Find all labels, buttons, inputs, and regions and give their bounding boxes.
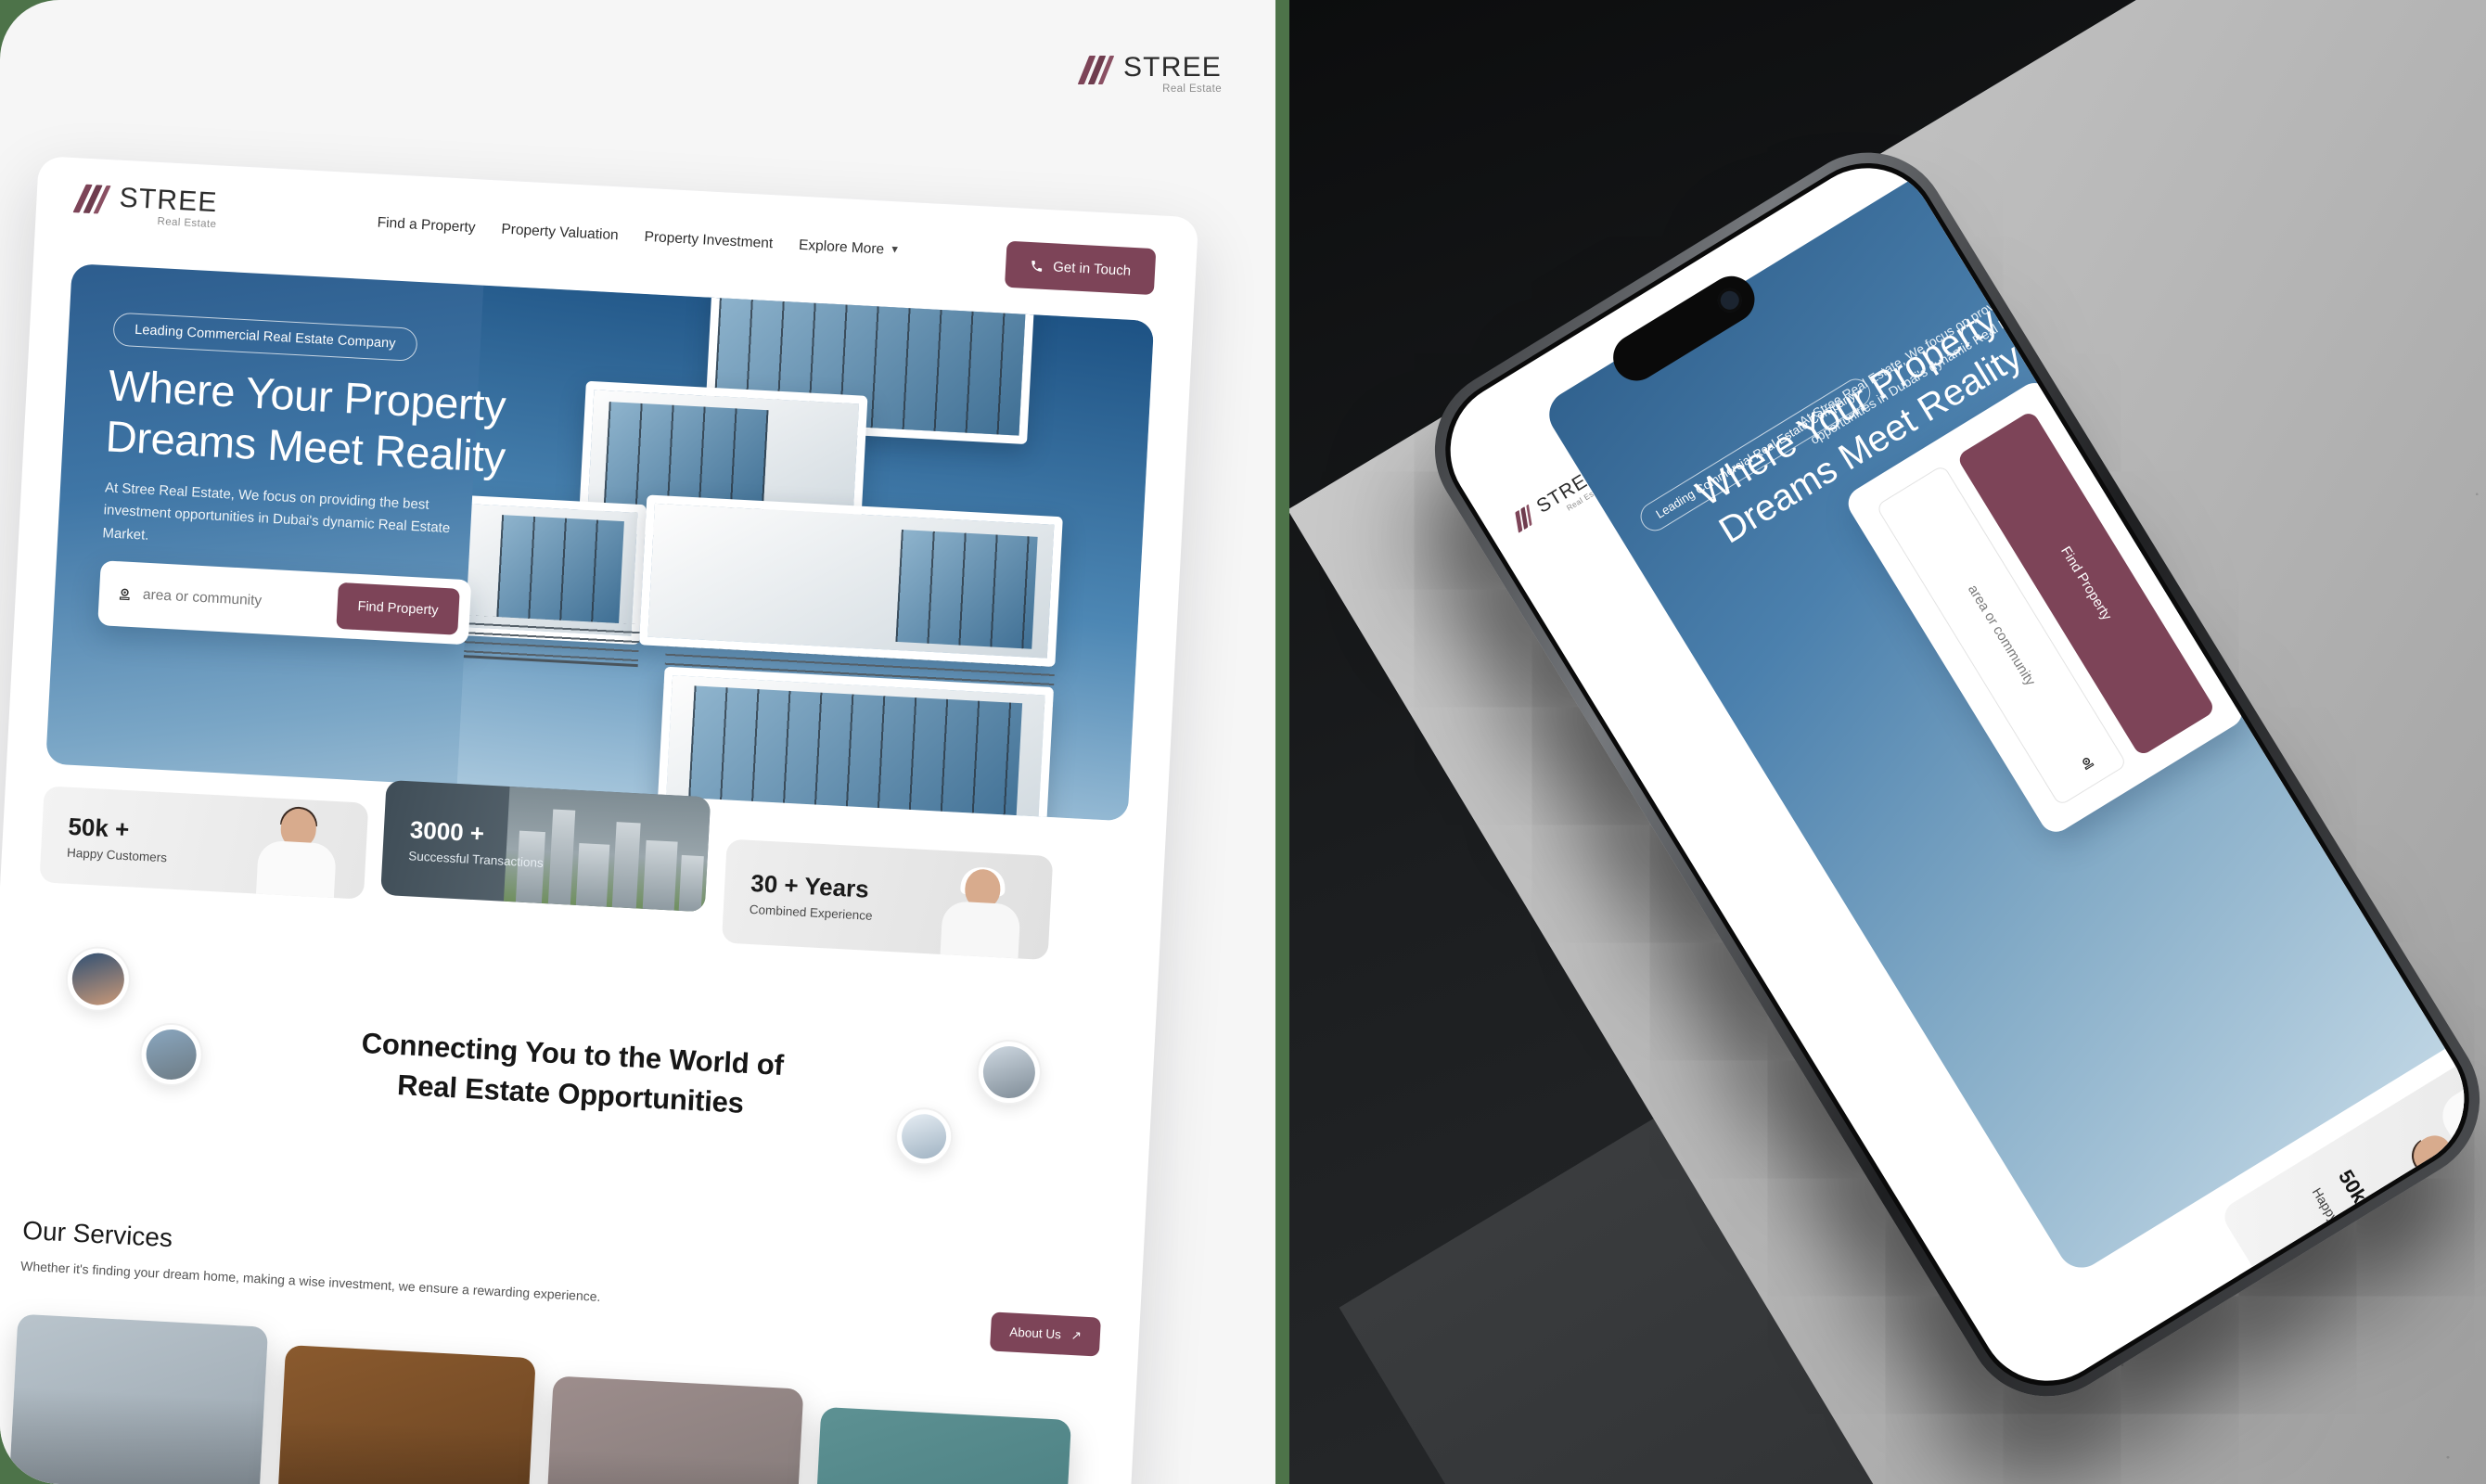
find-property-button[interactable]: Find Property [336, 582, 460, 635]
watermark-logo: STREE Real Estate [1077, 52, 1222, 96]
service-card-listings[interactable]: Listings From luxurious apartments to vi… [4, 1313, 269, 1484]
stat-label: Happy Customers [66, 845, 168, 865]
stat-number: 30 + Years [750, 868, 870, 903]
arrow-up-right-icon: ↗ [1070, 1328, 1083, 1343]
stat-card-successful-transactions: 3000 + Successful Transactions [380, 779, 711, 913]
phone-find-property-label: Find Property [2057, 544, 2115, 623]
watermark-brand-tagline: Real Estate [1162, 83, 1222, 95]
logo-slashes-icon [1077, 54, 1115, 85]
nav-item-explore-more[interactable]: Explore More ▼ [799, 237, 901, 260]
nav-item-property-valuation[interactable]: Property Valuation [501, 222, 619, 245]
connect-section: Connecting You to the World of Real Esta… [0, 932, 1158, 1272]
phone-icon [1032, 260, 1043, 272]
brand-name: STREE [118, 182, 219, 219]
phone-mockup-panel: STREE Real Estate Leading Commercial Rea… [1289, 0, 2486, 1484]
phone-search-placeholder: area or community [1964, 582, 2039, 689]
service-card-investments[interactable]: Investments Our investment opportunities… [539, 1375, 804, 1484]
search-input[interactable] [133, 586, 339, 614]
chevron-down-icon: ▼ [889, 243, 901, 256]
desktop-mockup-panel: STREE Real Estate STREE Real Estate Find… [0, 0, 1275, 1484]
agent-avatar [64, 944, 133, 1014]
logo-slashes-icon [72, 182, 111, 215]
stat-number: 50k + [67, 812, 131, 843]
service-card-holiday-homes[interactable]: Holiday Homes Collection of holiday home… [807, 1406, 1072, 1484]
hero-subtitle: At Stree Real Estate, We focus on provid… [102, 480, 451, 544]
service-cards: Listings From luxurious apartments to vi… [4, 1305, 1096, 1484]
stat-card-combined-experience: 30 + Years Combined Experience [721, 838, 1054, 961]
stat-label: Successful Transactions [407, 849, 545, 871]
nav-item-find-a-property[interactable]: Find a Property [377, 215, 476, 237]
browser-window: STREE Real Estate Find a Property Proper… [0, 156, 1199, 1484]
hero-search-bar: Find Property [97, 560, 472, 646]
screenshot-stage: STREE Real Estate STREE Real Estate Find… [0, 0, 2486, 1484]
connect-heading: Connecting You to the World of Real Esta… [0, 1004, 1153, 1145]
emirati-man-photo [935, 865, 1029, 959]
get-in-touch-label: Get in Touch [1052, 258, 1132, 279]
service-card-valuation[interactable]: Valuation Expert appraisals at your fing… [272, 1344, 536, 1484]
hero-badge: Leading Commercial Real Estate Company [112, 312, 418, 362]
nav-item-property-investment[interactable]: Property Investment [644, 229, 773, 252]
location-pin-icon [115, 585, 134, 604]
brand-logo[interactable]: STREE Real Estate [72, 182, 219, 230]
main-navigation: Find a Property Property Valuation Prope… [377, 215, 900, 260]
stat-card-happy-customers: 50k + Happy Customers [39, 786, 369, 900]
about-us-label: About Us [1009, 1324, 1062, 1342]
watermark-brand-name: STREE [1122, 52, 1222, 83]
logo-slashes-icon [1510, 504, 1538, 533]
location-pin-icon [2076, 752, 2099, 775]
smiling-man-photo [250, 804, 344, 899]
stat-label: Combined Experience [749, 902, 873, 924]
hero-section: Leading Commercial Real Estate Company W… [45, 263, 1155, 822]
stat-number: 3000 + [409, 815, 485, 848]
about-us-button[interactable]: About Us ↗ [990, 1311, 1101, 1357]
nav-item-explore-more-label: Explore More [798, 237, 885, 258]
get-in-touch-button[interactable]: Get in Touch [1004, 240, 1157, 296]
hero-building-image [456, 285, 1155, 822]
hero-title: Where Your Property Dreams Meet Reality [105, 360, 545, 485]
